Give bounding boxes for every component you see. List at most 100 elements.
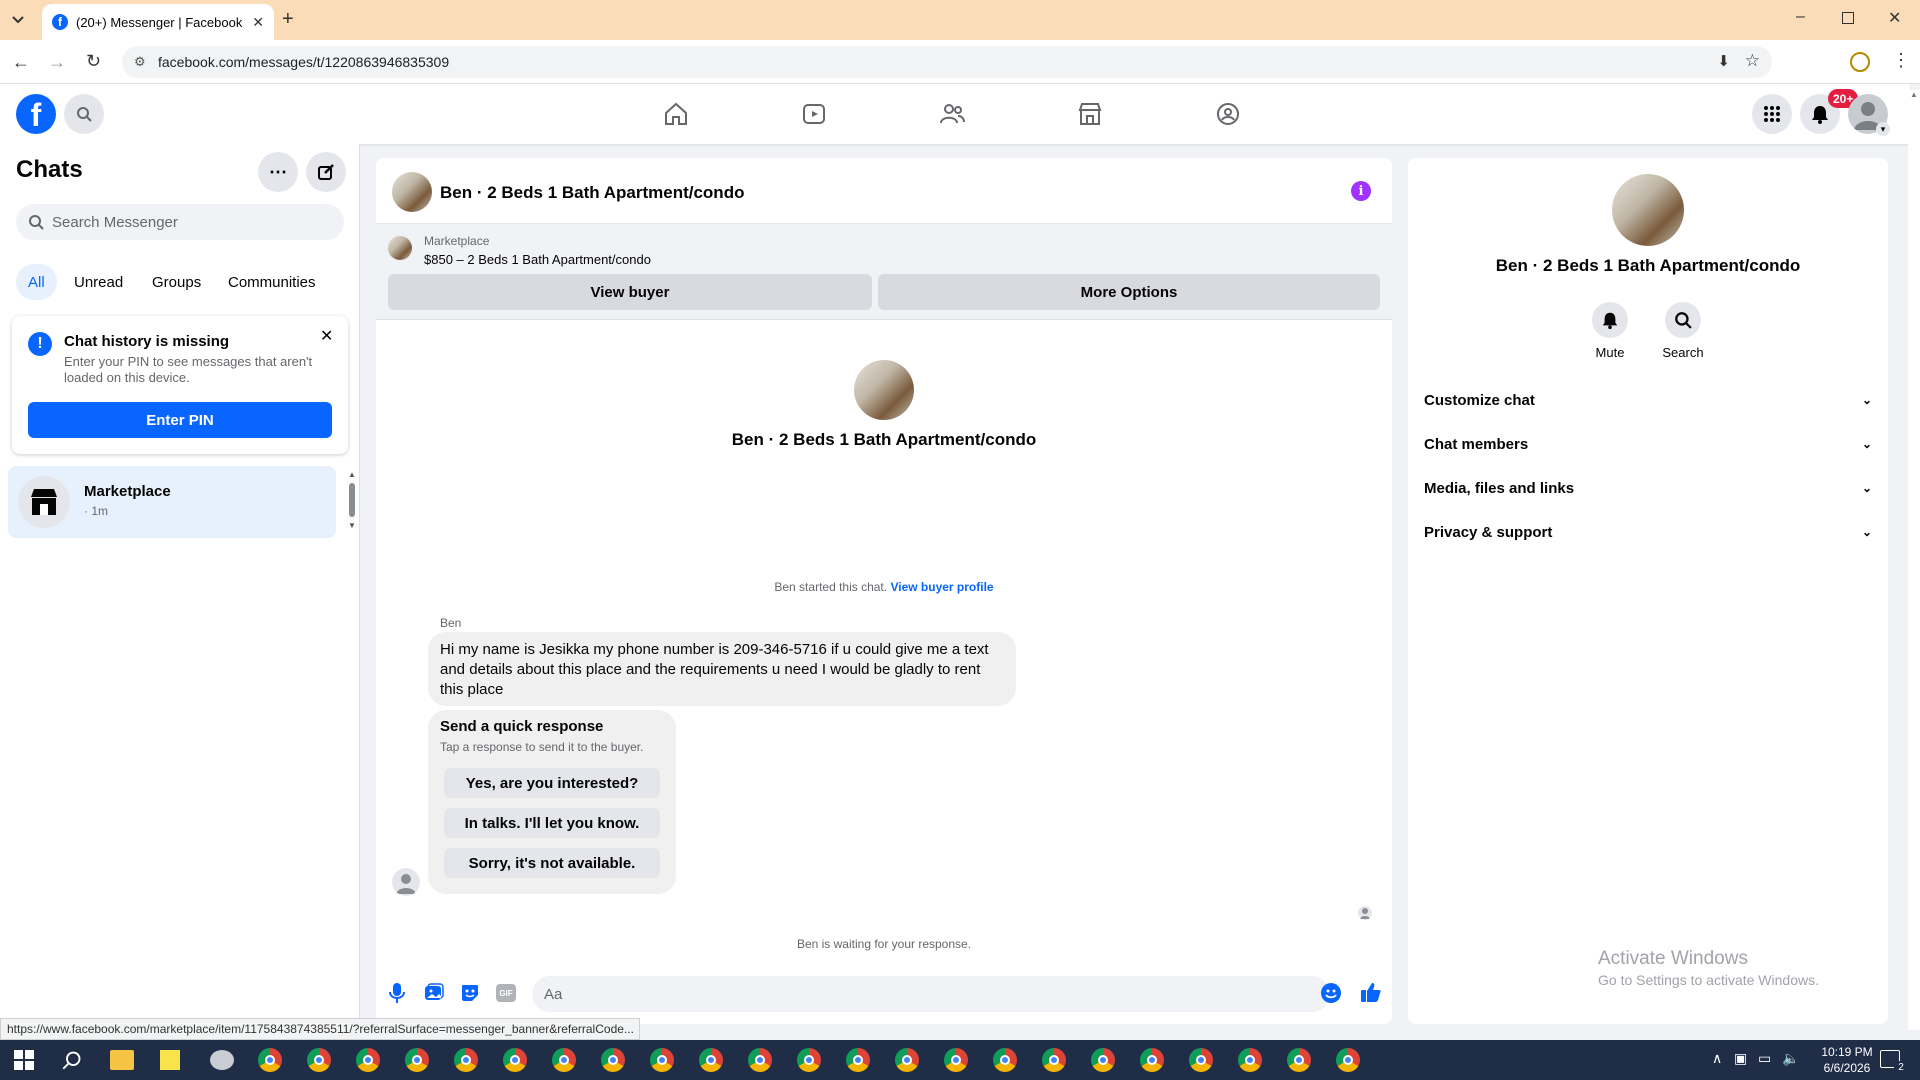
page-scroll-up-icon[interactable]: ▲	[1908, 90, 1920, 99]
quick-response-not-available[interactable]: Sorry, it's not available.	[444, 848, 660, 878]
groups-icon[interactable]	[1210, 98, 1246, 130]
tab-list-dropdown-icon[interactable]	[8, 10, 28, 30]
filter-all[interactable]: All	[16, 264, 57, 300]
chrome-taskbar-icon[interactable]	[1189, 1048, 1213, 1072]
close-tab-icon[interactable]: ✕	[252, 14, 264, 31]
profile-icon[interactable]	[1850, 52, 1870, 72]
app-pinned-icon[interactable]	[210, 1050, 234, 1070]
chrome-taskbar-icon[interactable]	[1238, 1048, 1262, 1072]
menu-grid-icon[interactable]	[1752, 94, 1792, 134]
clock-time[interactable]: 10:19 PM	[1812, 1045, 1882, 1059]
home-icon[interactable]	[658, 98, 694, 130]
close-window-icon[interactable]: ✕	[1888, 8, 1901, 28]
chrome-taskbar-icon[interactable]	[503, 1048, 527, 1072]
chrome-taskbar-icon[interactable]	[1140, 1048, 1164, 1072]
install-app-icon[interactable]: ⬇	[1717, 52, 1730, 70]
quick-response-yes[interactable]: Yes, are you interested?	[444, 768, 660, 798]
chrome-taskbar-icon[interactable]	[307, 1048, 331, 1072]
section-customize-chat[interactable]: Customize chat ⌄	[1424, 380, 1872, 420]
browser-menu-icon[interactable]: ⋮	[1892, 50, 1910, 71]
tray-volume-icon[interactable]: 🔈	[1782, 1050, 1799, 1067]
chrome-taskbar-icon[interactable]	[1042, 1048, 1066, 1072]
marketplace-icon[interactable]	[1072, 98, 1108, 130]
chrome-taskbar-icon[interactable]	[944, 1048, 968, 1072]
filter-groups[interactable]: Groups	[140, 264, 213, 300]
back-icon[interactable]: ←	[12, 52, 30, 73]
tray-device-icon[interactable]: ▣	[1734, 1050, 1747, 1067]
facebook-logo-icon[interactable]: f	[16, 94, 56, 134]
video-icon[interactable]	[796, 98, 832, 130]
site-info-icon[interactable]: ⚙	[134, 54, 146, 70]
filter-communities[interactable]: Communities	[216, 264, 328, 300]
section-privacy-support[interactable]: Privacy & support ⌄	[1424, 512, 1872, 552]
bookmark-star-icon[interactable]: ☆	[1745, 51, 1760, 71]
chrome-taskbar-icon[interactable]	[797, 1048, 821, 1072]
chrome-taskbar-icon[interactable]	[650, 1048, 674, 1072]
conversation-avatar[interactable]	[392, 172, 432, 212]
close-card-icon[interactable]: ✕	[320, 326, 333, 346]
minimize-icon[interactable]: –	[1796, 8, 1805, 26]
tray-network-icon[interactable]: ▭	[1758, 1050, 1771, 1067]
quick-response-in-talks[interactable]: In talks. I'll let you know.	[444, 808, 660, 838]
message-composer-input[interactable]: Aa	[532, 976, 1330, 1012]
chrome-taskbar-icon[interactable]	[258, 1048, 282, 1072]
microphone-icon[interactable]	[388, 982, 406, 1009]
section-media-files-links[interactable]: Media, files and links ⌄	[1424, 468, 1872, 508]
chrome-taskbar-icon[interactable]	[601, 1048, 625, 1072]
scroll-up-arrow-icon[interactable]: ▲	[348, 470, 356, 479]
new-tab-icon[interactable]: +	[282, 8, 294, 31]
scroll-thumb[interactable]	[349, 483, 355, 517]
filter-unread[interactable]: Unread	[62, 264, 135, 300]
search-messenger-input[interactable]: Search Messenger	[16, 204, 344, 240]
more-options-button[interactable]: More Options	[878, 274, 1380, 310]
friends-icon[interactable]	[934, 98, 970, 130]
chrome-taskbar-icon[interactable]	[1287, 1048, 1311, 1072]
section-chat-members[interactable]: Chat members ⌄	[1424, 424, 1872, 464]
chrome-taskbar-icon[interactable]	[895, 1048, 919, 1072]
chrome-taskbar-icon[interactable]	[552, 1048, 576, 1072]
file-explorer-icon[interactable]	[110, 1050, 134, 1070]
chrome-taskbar-icon[interactable]	[405, 1048, 429, 1072]
message-bubble[interactable]: Hi my name is Jesikka my phone number is…	[428, 632, 1016, 706]
facebook-search-icon[interactable]	[64, 94, 104, 134]
photo-icon[interactable]	[424, 983, 444, 1008]
sticky-notes-icon[interactable]	[160, 1050, 180, 1070]
details-avatar[interactable]	[1612, 174, 1684, 246]
browser-tab[interactable]: f (20+) Messenger | Facebook ✕	[42, 4, 274, 40]
more-options-icon[interactable]: ⋯	[258, 152, 298, 192]
chrome-taskbar-icon[interactable]	[846, 1048, 870, 1072]
conversation-title[interactable]: Ben · 2 Beds 1 Bath Apartment/condo	[440, 183, 744, 203]
details-search-icon[interactable]	[1665, 302, 1701, 338]
scroll-down-arrow-icon[interactable]: ▼	[348, 521, 356, 530]
windows-start-icon[interactable]	[14, 1050, 34, 1075]
info-icon[interactable]: i	[1351, 181, 1371, 201]
view-buyer-profile-link[interactable]: View buyer profile	[890, 580, 993, 594]
chrome-taskbar-icon[interactable]	[993, 1048, 1017, 1072]
sidebar-scrollbar[interactable]: ▲ ▼	[348, 470, 356, 532]
mute-bell-icon[interactable]	[1592, 302, 1628, 338]
address-bar[interactable]: ⚙ facebook.com/messages/t/12208639468353…	[122, 46, 1772, 78]
page-scrollbar[interactable]: ▲	[1908, 90, 1920, 1030]
chrome-taskbar-icon[interactable]	[1336, 1048, 1360, 1072]
gif-icon[interactable]: GIF	[496, 984, 516, 1002]
new-message-icon[interactable]	[306, 152, 346, 192]
emoji-icon[interactable]	[1321, 983, 1341, 1003]
chrome-taskbar-icon[interactable]	[454, 1048, 478, 1072]
restore-icon[interactable]	[1842, 12, 1854, 24]
tray-chevron-up-icon[interactable]: ∧	[1712, 1050, 1722, 1067]
reload-icon[interactable]: ↻	[86, 51, 101, 72]
forward-icon[interactable]: →	[48, 52, 66, 73]
chat-item-time: · 1m	[84, 504, 108, 518]
chrome-taskbar-icon[interactable]	[1091, 1048, 1115, 1072]
thumbs-up-icon[interactable]	[1360, 981, 1382, 1008]
taskbar-search-icon[interactable]	[62, 1050, 82, 1075]
sticker-icon[interactable]	[460, 983, 480, 1008]
enter-pin-button[interactable]: Enter PIN	[28, 402, 332, 438]
chrome-taskbar-icon[interactable]	[356, 1048, 380, 1072]
clock-date[interactable]: 6/6/2026	[1812, 1061, 1882, 1075]
view-buyer-button[interactable]: View buyer	[388, 274, 872, 310]
banner-listing[interactable]: $850 – 2 Beds 1 Bath Apartment/condo	[424, 252, 651, 267]
account-chevron-down-icon[interactable]: ▾	[1876, 122, 1890, 136]
chrome-taskbar-icon[interactable]	[748, 1048, 772, 1072]
chrome-taskbar-icon[interactable]	[699, 1048, 723, 1072]
